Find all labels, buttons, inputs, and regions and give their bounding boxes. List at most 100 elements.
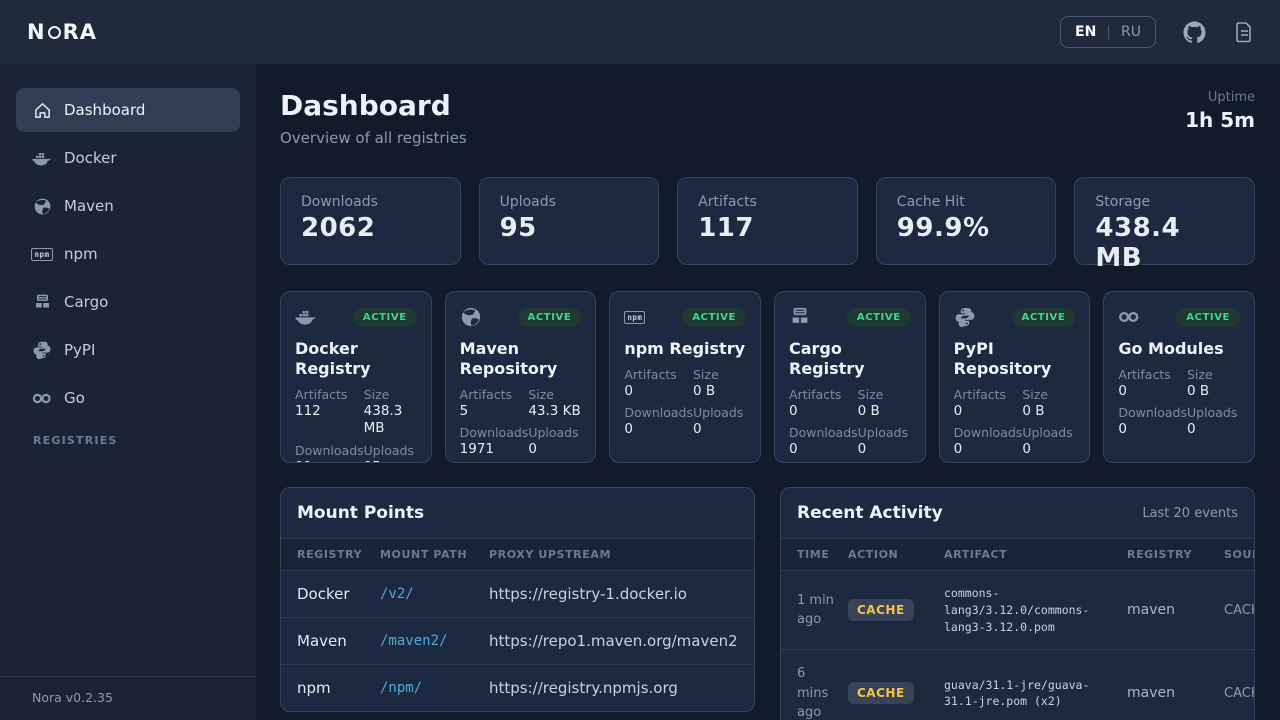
action-badge: CACHE	[848, 599, 914, 621]
status-badge: ACTIVE	[353, 308, 417, 327]
downloads-label: Downloads	[789, 425, 858, 441]
events-count-label: Last 20 events	[1142, 506, 1238, 521]
size-label: Size	[1187, 367, 1240, 383]
sidebar-item-dashboard[interactable]: Dashboard	[16, 88, 240, 132]
table-row: 1 min ago CACHE commons-lang3/3.12.0/com…	[781, 571, 1255, 650]
activity-source: CACHE	[1224, 571, 1255, 650]
uploads-value: 0	[528, 441, 581, 459]
size-value: 0 B	[693, 383, 746, 401]
artifacts-value: 5	[460, 403, 529, 421]
sidebar-item-label: Dashboard	[64, 101, 145, 119]
uploads-label: Uploads	[858, 425, 911, 441]
status-badge: ACTIVE	[1176, 308, 1240, 327]
registry-card-npm[interactable]: npm ACTIVE npm Registry Artifacts0 Size0…	[609, 291, 761, 463]
table-row: Maven /maven2/ https://repo1.maven.org/m…	[281, 618, 754, 665]
page-subtitle: Overview of all registries	[280, 129, 467, 147]
mount-registry: Maven	[281, 618, 380, 665]
artifacts-value: 0	[954, 403, 1023, 421]
sidebar-item-go[interactable]: Go	[16, 376, 240, 420]
artifacts-value: 0	[789, 403, 858, 421]
sidebar-item-label: Go	[64, 389, 85, 407]
column-header-artifact: ARTIFACT	[944, 539, 1127, 571]
app-version: Nora v0.2.35	[0, 676, 256, 720]
bottom-panels: Mount Points REGISTRY MOUNT PATH PROXY U…	[280, 487, 1255, 720]
registry-name: Maven Repository	[460, 339, 582, 379]
stat-value: 99.9%	[897, 213, 1036, 243]
registry-card-go[interactable]: ACTIVE Go Modules Artifacts0 Size0 B Dow…	[1103, 291, 1255, 463]
uploads-value: 0	[858, 441, 911, 459]
docker-icon	[295, 306, 317, 328]
sidebar-item-docker[interactable]: Docker	[16, 136, 240, 180]
size-label: Size	[858, 387, 911, 403]
column-header-time: TIME	[781, 539, 848, 571]
uptime-block: Uptime 1h 5m	[1185, 90, 1255, 132]
lang-ru-button[interactable]: RU	[1121, 24, 1141, 40]
lang-en-button[interactable]: EN	[1075, 24, 1096, 40]
status-badge: ACTIVE	[682, 308, 746, 327]
size-value: 43.3 KB	[528, 403, 581, 421]
main-content: Dashboard Overview of all registries Upt…	[256, 64, 1280, 720]
sidebar-item-label: npm	[64, 245, 98, 263]
column-header-registry: REGISTRY	[281, 539, 380, 571]
sidebar-item-pypi[interactable]: PyPI	[16, 328, 240, 372]
sidebar: Dashboard Docker Maven npm npm Cargo	[0, 64, 256, 720]
sidebar-item-label: Cargo	[64, 293, 108, 311]
mount-upstream: https://registry.npmjs.org	[489, 665, 754, 712]
table-row: npm /npm/ https://registry.npmjs.org	[281, 665, 754, 712]
registry-card-pypi[interactable]: ACTIVE PyPI Repository Artifacts0 Size0 …	[939, 291, 1091, 463]
sidebar-item-npm[interactable]: npm npm	[16, 232, 240, 276]
downloads-value: 91	[295, 459, 364, 464]
navbar-controls: EN | RU	[1060, 16, 1256, 48]
stats-row: Downloads 2062 Uploads 95 Artifacts 117 …	[280, 177, 1255, 265]
logo-text-ra: RA	[63, 20, 97, 44]
docs-icon[interactable]	[1232, 20, 1256, 44]
registry-name: Go Modules	[1118, 339, 1240, 359]
mount-path: /v2/	[380, 571, 489, 618]
table-row: 6 mins ago CACHE guava/31.1-jre/guava-31…	[781, 650, 1255, 720]
column-header-mount-path: MOUNT PATH	[380, 539, 489, 571]
stat-card-artifacts: Artifacts 117	[677, 177, 858, 265]
cargo-icon	[32, 292, 52, 312]
sidebar-item-maven[interactable]: Maven	[16, 184, 240, 228]
mount-points-title: Mount Points	[297, 503, 424, 523]
size-value: 0 B	[1022, 403, 1075, 421]
activity-time: 1 min ago	[781, 571, 848, 650]
activity-registry: maven	[1127, 571, 1224, 650]
registry-name: Docker Registry	[295, 339, 417, 379]
uploads-label: Uploads	[1187, 405, 1240, 421]
column-header-action: ACTION	[848, 539, 944, 571]
uploads-label: Uploads	[364, 443, 417, 459]
registry-card-maven[interactable]: ACTIVE Maven Repository Artifacts5 Size4…	[445, 291, 597, 463]
stat-card-cache-hit: Cache Hit 99.9%	[876, 177, 1057, 265]
stat-value: 2062	[301, 213, 440, 243]
registry-card-cargo[interactable]: ACTIVE Cargo Registry Artifacts0 Size0 B…	[774, 291, 926, 463]
stat-card-uploads: Uploads 95	[479, 177, 660, 265]
npm-icon: npm	[624, 306, 646, 328]
stat-label: Cache Hit	[897, 194, 1036, 210]
status-badge: ACTIVE	[847, 308, 911, 327]
uploads-value: 0	[1187, 421, 1240, 439]
sidebar-item-label: Docker	[64, 149, 117, 167]
python-icon	[954, 306, 976, 328]
npm-icon: npm	[32, 244, 52, 264]
column-header-proxy-upstream: PROXY UPSTREAM	[489, 539, 754, 571]
stat-value: 438.4 MB	[1095, 213, 1234, 273]
activity-time: 6 mins ago	[781, 650, 848, 720]
uptime-label: Uptime	[1185, 90, 1255, 105]
size-label: Size	[364, 387, 417, 403]
github-icon[interactable]	[1182, 20, 1206, 44]
mount-points-panel: Mount Points REGISTRY MOUNT PATH PROXY U…	[280, 487, 755, 712]
sidebar-section-registries: REGISTRIES	[33, 434, 240, 447]
docker-icon	[32, 148, 52, 168]
downloads-value: 0	[789, 441, 858, 459]
sidebar-item-cargo[interactable]: Cargo	[16, 280, 240, 324]
size-value: 0 B	[1187, 383, 1240, 401]
artifacts-value: 0	[624, 383, 693, 401]
language-toggle[interactable]: EN | RU	[1060, 16, 1156, 48]
registry-card-docker[interactable]: ACTIVE Docker Registry Artifacts112 Size…	[280, 291, 432, 463]
activity-artifact: commons-lang3/3.12.0/commons-lang3-3.12.…	[944, 571, 1127, 650]
size-label: Size	[528, 387, 581, 403]
lang-divider: |	[1106, 24, 1111, 40]
stat-label: Artifacts	[698, 194, 837, 210]
mount-upstream: https://registry-1.docker.io	[489, 571, 754, 618]
